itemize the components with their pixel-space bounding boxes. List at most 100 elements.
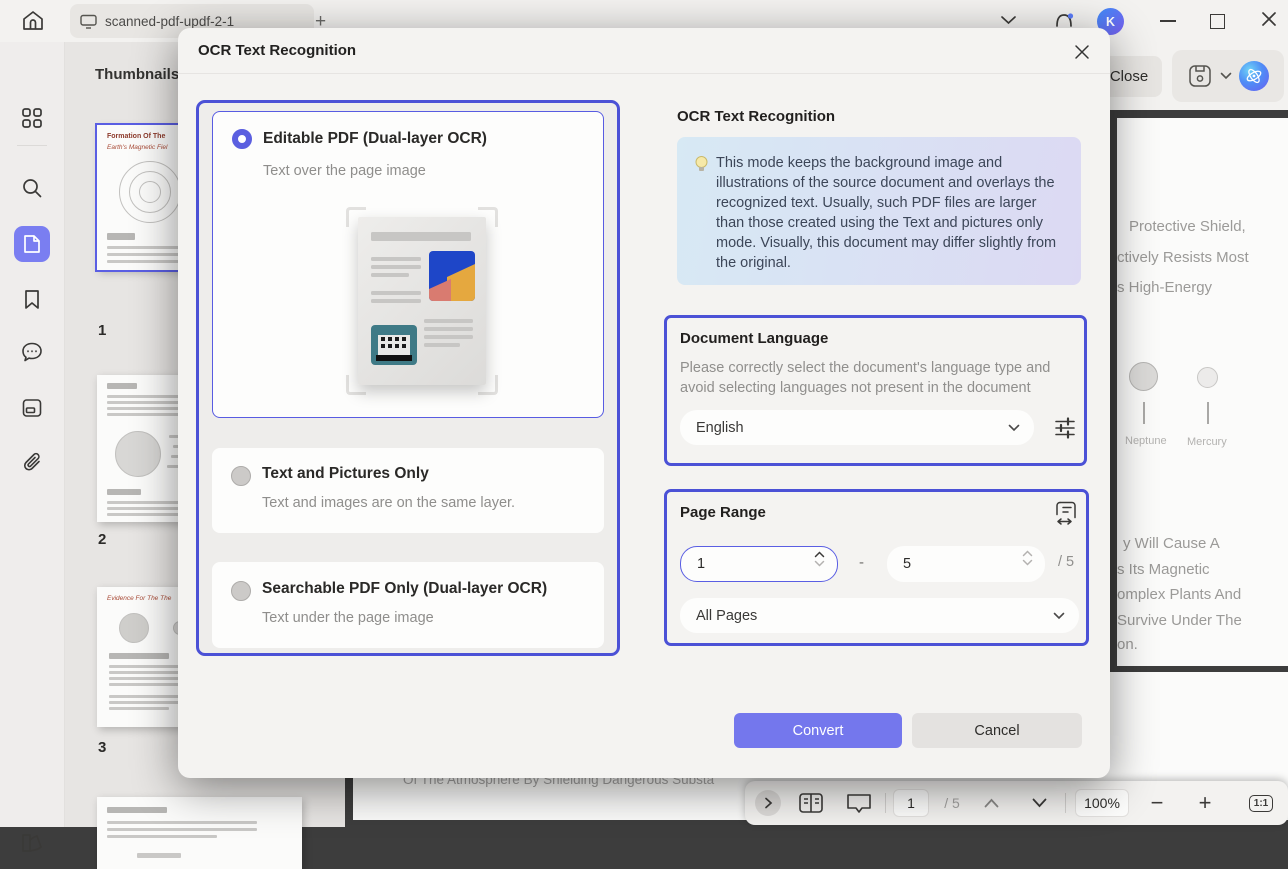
comments-icon[interactable] <box>14 334 50 370</box>
building-thumbnail <box>371 325 417 365</box>
option-searchable-pdf[interactable]: Searchable PDF Only (Dual-layer OCR) Tex… <box>212 562 604 648</box>
grid-menu-icon[interactable] <box>14 100 50 136</box>
language-settings-icon[interactable] <box>1053 416 1077 445</box>
zoom-out-button[interactable]: − <box>1137 781 1177 825</box>
previous-page-button[interactable] <box>969 781 1013 825</box>
stepper-arrows[interactable] <box>1022 550 1033 566</box>
document-language-description: Please correctly select the document's l… <box>680 358 1062 398</box>
avatar-initial: K <box>1106 15 1115 29</box>
document-language-group: Document Language Please correctly selec… <box>664 315 1087 466</box>
language-select-value: English <box>696 420 744 436</box>
rail-divider <box>17 145 47 146</box>
bookmark-icon[interactable] <box>14 281 50 317</box>
thumb1-subtitle: Earth's Magnetic Fiel <box>107 144 168 151</box>
stepper-up-icon[interactable] <box>1022 550 1033 557</box>
chevron-down-icon <box>1008 420 1020 436</box>
file-export-icon[interactable] <box>14 390 50 426</box>
page-range-mode-select[interactable]: All Pages <box>680 598 1079 633</box>
next-page-button[interactable] <box>1017 781 1061 825</box>
search-icon[interactable] <box>14 170 50 206</box>
option-text-pictures-only[interactable]: Text and Pictures Only Text and images a… <box>212 448 604 533</box>
page-text-fragment: on. <box>1117 636 1138 653</box>
page-to-value: 5 <box>903 556 911 572</box>
page-number-input[interactable]: 1 <box>893 789 929 817</box>
ocr-mode-illustration <box>346 207 498 395</box>
thumbnail-3-number: 3 <box>98 739 106 756</box>
document-tab-title: scanned-pdf-updf-2-1 <box>105 14 234 29</box>
thumbnails-panel-icon[interactable] <box>14 226 50 262</box>
reader-mode-icon[interactable] <box>14 825 50 861</box>
dialog-title: OCR Text Recognition <box>198 42 356 59</box>
page-text-fragment: Protective Shield, <box>1129 218 1246 235</box>
tip-text: This mode keeps the background image and… <box>716 153 1068 273</box>
page-layout-button[interactable] <box>791 781 831 825</box>
home-icon[interactable] <box>20 8 46 39</box>
radio-unselected-icon[interactable] <box>231 581 251 601</box>
page-text-fragment: s Its Magnetic <box>1117 561 1210 578</box>
document-language-title: Document Language <box>680 330 828 347</box>
document-page-1: Protective Shield, ctively Resists Most … <box>1117 118 1288 666</box>
zoom-level-value: 100% <box>1084 795 1120 811</box>
dialog-header: OCR Text Recognition <box>178 28 1110 74</box>
stepper-down-icon[interactable] <box>1022 559 1033 566</box>
radio-unselected-icon[interactable] <box>231 466 251 486</box>
save-icon[interactable] <box>1187 63 1213 89</box>
option-editable-pdf[interactable]: Editable PDF (Dual-layer OCR) Text over … <box>212 111 604 418</box>
page-from-value: 1 <box>697 556 705 572</box>
planet-label-mercury: Mercury <box>1187 436 1227 448</box>
dialog-close-icon[interactable] <box>1068 38 1096 66</box>
page-from-input[interactable]: 1 <box>680 546 838 582</box>
page-text-fragment: ctively Resists Most <box>1117 249 1249 266</box>
thumbnail-2-number: 2 <box>98 531 106 548</box>
photo-thumbnail <box>429 251 475 301</box>
presentation-mode-button[interactable] <box>837 781 881 825</box>
page-total-label: / 5 <box>935 781 969 825</box>
cancel-label: Cancel <box>974 723 1019 739</box>
page-to-input[interactable]: 5 <box>887 546 1045 582</box>
zoom-level-input[interactable]: 100% <box>1075 789 1129 817</box>
chevron-right-icon <box>764 797 773 809</box>
page-range-title: Page Range <box>680 504 766 521</box>
close-document-label: Close <box>1110 68 1148 85</box>
page-number-value: 1 <box>907 795 915 811</box>
ocr-section-heading: OCR Text Recognition <box>677 108 835 125</box>
thumbnail-page-4[interactable] <box>97 797 302 869</box>
radio-selected-icon[interactable] <box>232 129 252 149</box>
save-group <box>1172 50 1284 102</box>
ocr-mode-group: Editable PDF (Dual-layer OCR) Text over … <box>196 100 620 656</box>
window-maximize-icon[interactable] <box>1210 14 1225 29</box>
save-options-chevron-icon[interactable] <box>1220 72 1232 80</box>
stepper-down-icon[interactable] <box>814 560 825 567</box>
page-range-mode-value: All Pages <box>696 608 757 624</box>
option-subtitle: Text over the page image <box>263 163 426 179</box>
stepper-arrows[interactable] <box>814 551 825 567</box>
option-title: Text and Pictures Only <box>262 465 429 483</box>
stepper-up-icon[interactable] <box>814 551 825 558</box>
page-text-fragment: y Will Cause A <box>1123 535 1220 552</box>
zoom-in-button[interactable]: + <box>1185 781 1225 825</box>
planet-mercury-circle <box>1197 367 1218 388</box>
convert-button[interactable]: Convert <box>734 713 902 748</box>
window-close-icon[interactable] <box>1260 10 1278 33</box>
language-select[interactable]: English <box>680 410 1034 445</box>
actual-size-button[interactable]: 1:1 <box>1241 781 1281 825</box>
cancel-button[interactable]: Cancel <box>912 713 1082 748</box>
ratio-label: 1:1 <box>1254 798 1268 809</box>
tip-box: This mode keeps the background image and… <box>677 137 1081 285</box>
page-text-fragment: s High-Energy <box>1117 279 1212 296</box>
lightbulb-icon <box>694 155 709 175</box>
chevron-down-icon <box>1053 608 1065 624</box>
range-dash: - <box>859 554 864 571</box>
attachment-icon[interactable] <box>14 445 50 481</box>
sidebar-rail <box>0 42 65 827</box>
option-title: Searchable PDF Only (Dual-layer OCR) <box>262 580 547 598</box>
thumb3-title: Evidence For The The <box>107 595 171 602</box>
page-range-icon[interactable] <box>1052 500 1078 533</box>
expand-toolbar-button[interactable] <box>753 781 783 825</box>
window-minimize-icon[interactable] <box>1160 20 1176 22</box>
view-control-bar: 1 / 5 100% − + 1:1 <box>745 781 1288 825</box>
ai-assistant-icon[interactable] <box>1239 61 1269 91</box>
page-text-fragment: omplex Plants And <box>1117 586 1241 603</box>
option-title: Editable PDF (Dual-layer OCR) <box>263 130 487 148</box>
page-text-fragment: Survive Under The <box>1117 612 1242 629</box>
